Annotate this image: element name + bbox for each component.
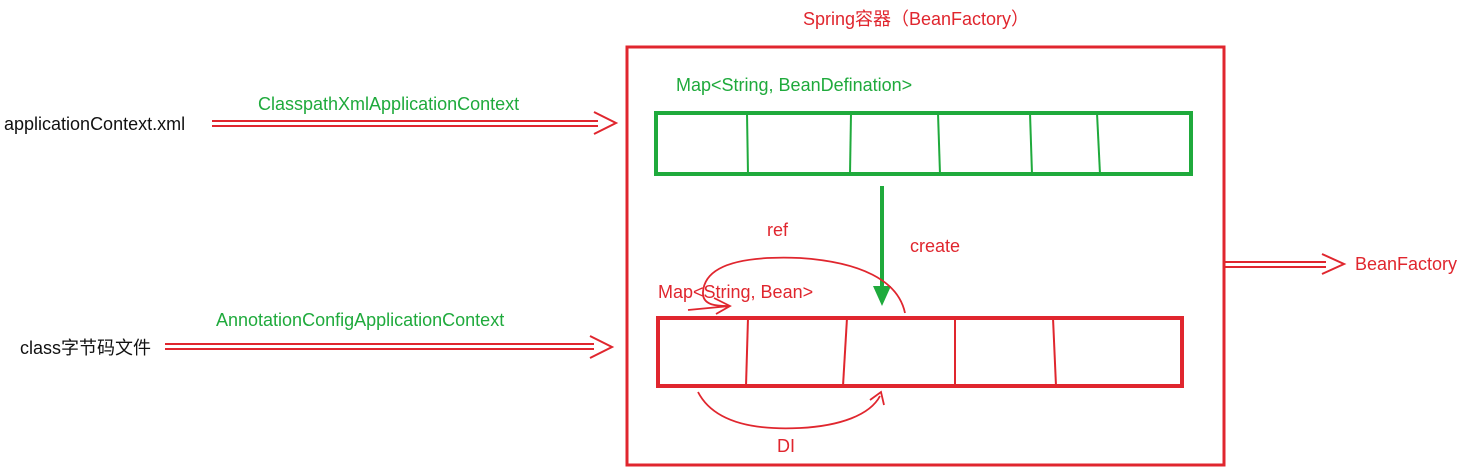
- bean-definition-map: [654, 111, 1193, 176]
- di-curve: [697, 391, 881, 430]
- container-title: Spring容器（BeanFactory）: [803, 9, 1029, 29]
- output-arrow: [1225, 253, 1347, 275]
- classpath-xml-context-label: ClasspathXmlApplicationContext: [258, 94, 519, 114]
- annotation-config-context-label: AnnotationConfigApplicationContext: [216, 310, 504, 330]
- bean-map-label: Map<String, Bean>: [658, 282, 813, 302]
- spring-container-diagram: Spring容器（BeanFactory） Map<String, BeanDe…: [4, 9, 1457, 467]
- ref-label: ref: [767, 220, 789, 240]
- bean-definition-map-label: Map<String, BeanDefination>: [676, 75, 912, 95]
- bean-map: [656, 316, 1184, 388]
- class-input-arrow: [165, 335, 615, 359]
- output-beanfactory-label: BeanFactory: [1355, 254, 1457, 274]
- di-label: DI: [777, 436, 795, 456]
- create-label: create: [910, 236, 960, 256]
- xml-input-arrow: [212, 111, 619, 135]
- input-source-xml: applicationContext.xml: [4, 114, 185, 134]
- spring-container-box: [625, 45, 1226, 467]
- input-source-class: class字节码文件: [20, 338, 151, 358]
- create-arrow: [873, 186, 891, 306]
- di-arrowhead: [869, 390, 885, 406]
